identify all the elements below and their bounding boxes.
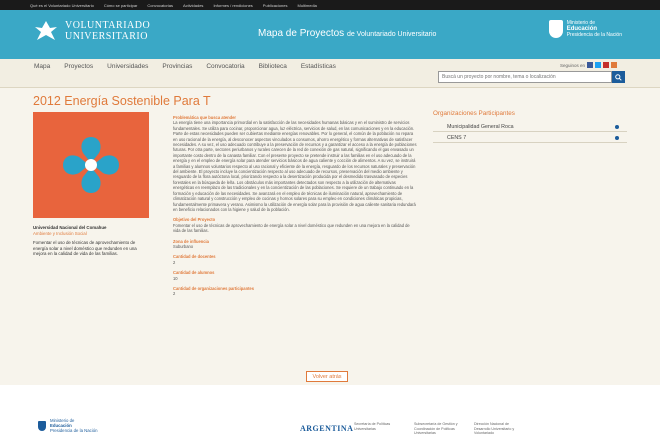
search-icon <box>615 73 622 81</box>
site-logo[interactable]: VOLUNTARIADO UNIVERSITARIO <box>33 18 150 44</box>
ministry-logo[interactable]: Ministerio de Educación Presidencia de l… <box>548 20 622 38</box>
project-area: Ambiente y Inclusión Social <box>33 230 87 236</box>
nav-item-mapa[interactable]: Mapa <box>34 63 50 70</box>
social-label: Seguinos en <box>559 62 585 68</box>
problem-text: La energía tiene una importancia primord… <box>173 120 417 212</box>
site-header: VOLUNTARIADO UNIVERSITARIO Mapa de Proye… <box>0 10 660 59</box>
nav-item-provincias[interactable]: Provincias <box>162 63 192 70</box>
teachers-value: 2 <box>173 259 176 265</box>
site-footer: Ministerio de Educación Presidencia de l… <box>0 385 660 443</box>
footer-link[interactable]: Dirección Nacional de Desarrollo Univers… <box>474 422 518 436</box>
objective-text: Fomentar el uso de técnicas de aprovecha… <box>173 222 410 234</box>
social-links: Seguinos en <box>560 62 617 68</box>
organization-item[interactable]: Municipalidad General Roca <box>433 123 627 132</box>
topbar-link[interactable]: Multimedia <box>297 3 316 8</box>
twitter-icon[interactable] <box>595 62 601 68</box>
top-bar: Qué es el Voluntariado Universitario Cóm… <box>0 0 660 10</box>
topbar-link[interactable]: Cómo se participar <box>104 3 138 8</box>
organizations-panel: Organizaciones Participantes Municipalid… <box>433 110 627 145</box>
footer-link[interactable]: Secretaría de Políticas Universitarias <box>354 422 398 436</box>
zone-value: Suburbano <box>173 243 194 249</box>
youtube-icon[interactable] <box>603 62 609 68</box>
topbar-link[interactable]: Convocatorias <box>147 3 173 8</box>
bullet-icon <box>615 125 619 129</box>
nav-item-proyectos[interactable]: Proyectos <box>64 63 93 70</box>
topbar-link[interactable]: Qué es el Voluntariado Universitario <box>30 3 94 8</box>
project-summary: Universidad Nacional del Comahue Ambient… <box>33 225 151 257</box>
summary-text: Fomentar el uso de técnicas de aprovecha… <box>33 240 137 257</box>
nav-item-universidades[interactable]: Universidades <box>107 63 148 70</box>
footer-ministry-logo[interactable]: Ministerio de Educación Presidencia de l… <box>38 418 98 433</box>
main-content: 2012 Energía Sostenible Para T Universid… <box>0 88 660 385</box>
topbar-link[interactable]: Informes / rendiciones <box>213 3 252 8</box>
organizations-title: Organizaciones Participantes <box>433 110 515 117</box>
footer-links: Secretaría de Políticas Universitarias S… <box>354 422 518 436</box>
volunteer-hands-icon <box>35 21 57 40</box>
search-button[interactable] <box>612 71 625 83</box>
argentina-logo[interactable]: ARGENTINA <box>300 424 353 433</box>
bullet-icon <box>615 136 619 140</box>
topbar-link[interactable]: Actividades <box>183 3 203 8</box>
footer-link[interactable]: Subsecretaría de Gestión y Coordinación … <box>414 422 458 436</box>
organization-item[interactable]: CENS 7 <box>433 134 627 143</box>
orgs-count-value: 2 <box>173 291 176 297</box>
main-nav: Mapa Proyectos Universidades Provincias … <box>0 59 660 88</box>
shield-icon <box>38 420 46 431</box>
facebook-icon[interactable] <box>587 62 593 68</box>
project-image <box>33 112 149 218</box>
logo-text: VOLUNTARIADO UNIVERSITARIO <box>65 20 151 42</box>
page-heading: Mapa de Proyectos de Voluntariado Univer… <box>258 28 437 39</box>
project-details: Problemática que busca atender La energí… <box>173 115 418 302</box>
students-value: 10 <box>173 275 178 281</box>
search-box <box>438 71 625 83</box>
topbar-link[interactable]: Publicaciones <box>263 3 288 8</box>
project-title: 2012 Energía Sostenible Para T <box>33 94 211 108</box>
nav-item-estadisticas[interactable]: Estadísticas <box>301 63 336 70</box>
nav-item-convocatoria[interactable]: Convocatoria <box>206 63 244 70</box>
search-input[interactable] <box>438 71 612 83</box>
rss-icon[interactable] <box>611 62 617 68</box>
nav-item-biblioteca[interactable]: Biblioteca <box>259 63 287 70</box>
shield-icon <box>548 20 563 38</box>
volunteer-logo-icon <box>63 137 119 193</box>
back-button[interactable]: Volver atrás <box>306 371 348 382</box>
